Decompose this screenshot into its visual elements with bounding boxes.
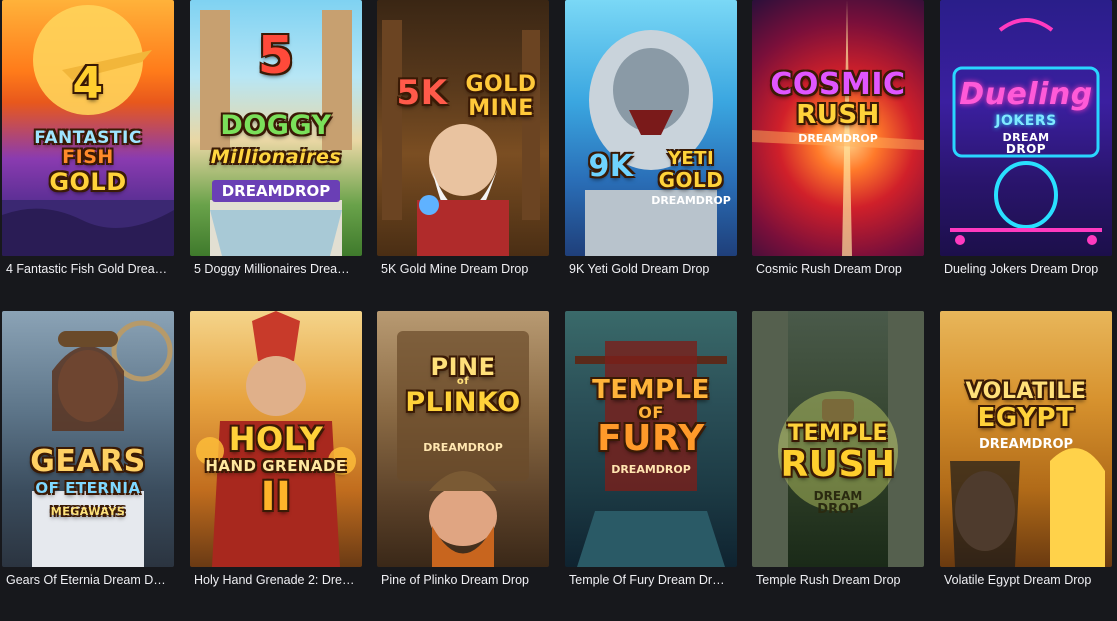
game-thumbnail[interactable]: 5K GOLD MINE	[377, 0, 549, 256]
game-card-holy-hand-grenade-2[interactable]: HOLY HAND GRENADE II Holy Hand Grenade 2…	[190, 311, 362, 587]
logo-number: 5	[257, 26, 295, 86]
logo-word-c: II	[260, 474, 292, 520]
game-thumbnail[interactable]: PINE of PLINKO DREAMDROP	[377, 311, 549, 567]
dreamdrop-badge: DREAMDROP	[423, 441, 503, 454]
game-card-temple-of-fury[interactable]: TEMPLE OF FURY DREAMDROP Temple Of Fury …	[565, 311, 737, 587]
logo-word-a: FANTASTIC	[34, 128, 142, 148]
logo-word-a: DOGGY	[220, 110, 332, 141]
game-thumbnail[interactable]: TEMPLE RUSH DREAM DROP	[752, 311, 924, 567]
game-title[interactable]: 9K Yeti Gold Dream Drop	[569, 262, 737, 276]
logo-word-d: DROP	[1005, 142, 1047, 156]
logo-word-b: JOKERS	[995, 113, 1057, 129]
game-title[interactable]: Gears Of Eternia Dream D…	[6, 573, 174, 587]
logo-word-b: EGYPT	[977, 403, 1075, 433]
dream-label: DREAM	[813, 489, 863, 503]
game-card-5k-gold-mine[interactable]: 5K GOLD MINE 5K Gold Mine Dream Drop	[377, 0, 549, 276]
logo-word-b: PLINKO	[405, 387, 521, 418]
logo-number: 4	[72, 58, 104, 109]
game-card-volatile-egypt[interactable]: VOLATILE EGYPT DREAMDROP Volatile Egypt …	[940, 311, 1112, 587]
dreamdrop-badge: DREAMDROP	[651, 194, 731, 207]
logo-word-a: Dueling	[959, 77, 1093, 112]
logo-word-b: Millionaires	[210, 146, 342, 168]
logo-number: 5K	[396, 73, 448, 113]
logo-word-a: GEARS	[30, 444, 146, 479]
game-thumbnail[interactable]: HOLY HAND GRENADE II	[190, 311, 362, 567]
game-card-pine-of-plinko[interactable]: PINE of PLINKO DREAMDROP Pine of Plinko …	[377, 311, 549, 587]
dreamdrop-badge: DREAMDROP	[798, 132, 878, 145]
game-title[interactable]: Pine of Plinko Dream Drop	[381, 573, 549, 587]
game-card-4-fantastic-fish-gold[interactable]: 4 FANTASTIC FISH GOLD 4 Fantastic Fish G…	[2, 0, 174, 276]
game-title[interactable]: Cosmic Rush Dream Drop	[756, 262, 924, 276]
miner-art	[382, 20, 540, 256]
game-thumbnail[interactable]: TEMPLE OF FURY DREAMDROP	[565, 311, 737, 567]
logo-word-b: FISH	[62, 146, 114, 168]
game-thumbnail[interactable]: VOLATILE EGYPT DREAMDROP	[940, 311, 1112, 567]
game-title[interactable]: Holy Hand Grenade 2: Dre…	[194, 573, 362, 587]
logo-word-b: OF ETERNIA	[35, 479, 141, 497]
logo-word-b: RUSH	[796, 100, 880, 130]
logo-word-b: MINE	[468, 96, 534, 121]
game-title[interactable]: Temple Of Fury Dream Dr…	[569, 573, 737, 587]
yeti-art	[585, 30, 717, 256]
drop-label: DROP	[817, 502, 859, 517]
logo-word-a: COSMIC	[770, 67, 906, 102]
game-card-cosmic-rush[interactable]: COSMIC RUSH DREAMDROP Cosmic Rush Dream …	[752, 0, 924, 276]
dreamdrop-badge: DREAMDROP	[611, 463, 691, 476]
logo-word-a: VOLATILE	[965, 379, 1087, 404]
steampunk-girl-art	[32, 320, 173, 567]
game-thumbnail[interactable]: Dueling JOKERS DREAM DROP	[940, 0, 1112, 256]
game-card-5-doggy-millionaires[interactable]: 5 DOGGY Millionaires DREAMDROP 5 Doggy M…	[190, 0, 362, 276]
game-card-dueling-jokers[interactable]: Dueling JOKERS DREAM DROP Dueling Jokers…	[940, 0, 1112, 276]
logo-word-c: FURY	[597, 418, 705, 459]
logo-word-a: HOLY	[228, 420, 324, 458]
gnome-art	[397, 331, 529, 567]
dreamdrop-badge: DREAMDROP	[978, 437, 1074, 452]
game-title[interactable]: Volatile Egypt Dream Drop	[944, 573, 1112, 587]
game-card-9k-yeti-gold[interactable]: 9K YETI GOLD DREAMDROP 9K Yeti Gold Drea…	[565, 0, 737, 276]
game-card-gears-of-eternia[interactable]: GEARS OF ETERNIA MEGAWAYS Gears Of Etern…	[2, 311, 174, 587]
logo-word-b: RUSH	[780, 444, 896, 485]
logo-word-a: GOLD	[465, 72, 537, 97]
game-card-temple-rush[interactable]: TEMPLE RUSH DREAM DROP Temple Rush Dream…	[752, 311, 924, 587]
logo-word-a: TEMPLE	[787, 421, 889, 446]
dreamdrop-badge: DREAMDROP	[212, 180, 340, 202]
logo-word-b: HAND GRENADE	[205, 457, 347, 475]
game-thumbnail[interactable]: 9K YETI GOLD DREAMDROP	[565, 0, 737, 256]
logo-word-a: YETI	[667, 148, 715, 169]
game-thumbnail[interactable]: GEARS OF ETERNIA MEGAWAYS	[2, 311, 174, 567]
logo-word-b: GOLD	[658, 168, 724, 192]
game-title[interactable]: 5 Doggy Millionaires Drea…	[194, 262, 362, 276]
game-grid: 4 FANTASTIC FISH GOLD 4 Fantastic Fish G…	[0, 0, 1117, 621]
game-thumbnail[interactable]: 4 FANTASTIC FISH GOLD	[2, 0, 174, 256]
game-thumbnail[interactable]: 5 DOGGY Millionaires DREAMDROP	[190, 0, 362, 256]
game-thumbnail[interactable]: COSMIC RUSH DREAMDROP	[752, 0, 924, 256]
logo-word-c: MEGAWAYS	[50, 505, 126, 518]
logo-word-c: GOLD	[49, 168, 127, 196]
game-title[interactable]: 5K Gold Mine Dream Drop	[381, 262, 549, 276]
game-title[interactable]: Temple Rush Dream Drop	[756, 573, 924, 587]
logo-word-of: of	[456, 376, 470, 387]
game-title[interactable]: 4 Fantastic Fish Gold Drea…	[6, 262, 174, 276]
logo-number: 9K	[588, 149, 634, 184]
logo-word-a: TEMPLE	[592, 375, 710, 405]
game-title[interactable]: Dueling Jokers Dream Drop	[944, 262, 1112, 276]
